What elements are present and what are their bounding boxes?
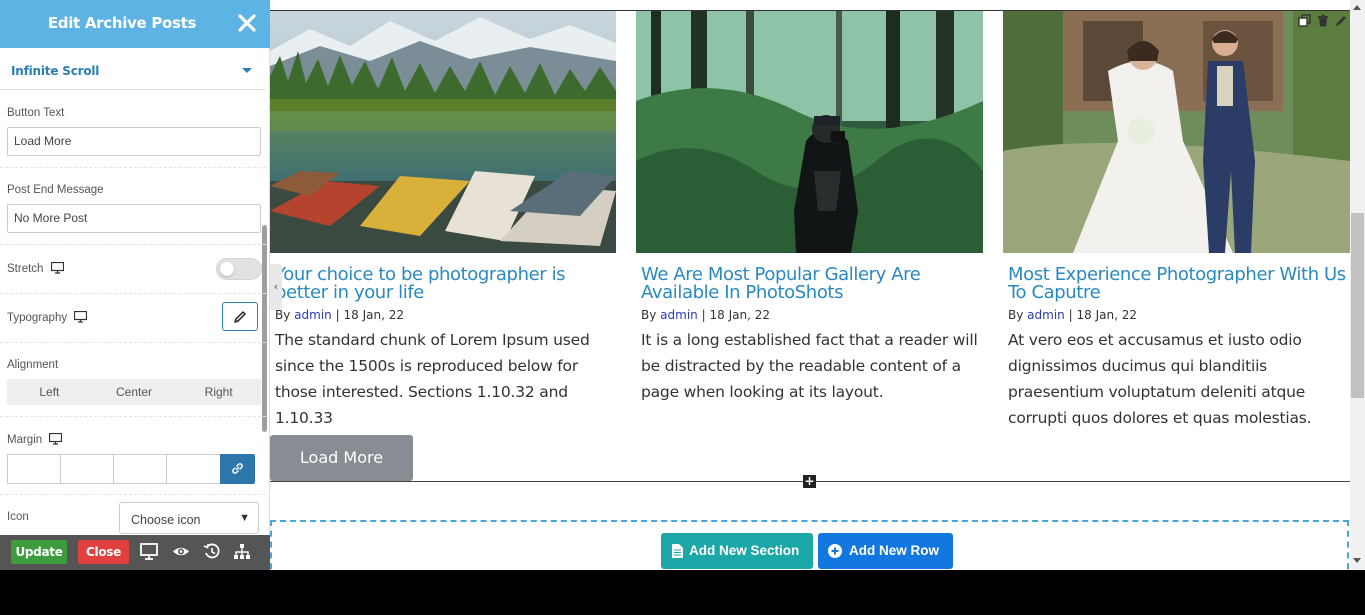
post-meta-separator: | bbox=[335, 308, 340, 322]
alignment-label: Alignment bbox=[7, 359, 59, 371]
margin-left-input[interactable] bbox=[166, 454, 221, 484]
add-element-icon[interactable]: + bbox=[803, 475, 816, 488]
page-scrollbar[interactable] bbox=[1350, 0, 1365, 570]
add-new-row-label: Add New Row bbox=[849, 543, 939, 558]
section-dropdown[interactable]: Infinite Scroll bbox=[0, 52, 266, 90]
typography-label-text: Typography bbox=[7, 312, 68, 324]
align-right-button[interactable]: Right bbox=[176, 379, 261, 405]
post-image-forest[interactable] bbox=[636, 11, 983, 253]
toggle-knob bbox=[220, 262, 234, 276]
close-icon[interactable] bbox=[236, 10, 258, 36]
post-excerpt: It is a long established fact that a rea… bbox=[641, 331, 978, 401]
post-date: 18 Jan, 22 bbox=[1076, 308, 1137, 322]
scrollbar-thumb[interactable] bbox=[1351, 213, 1364, 398]
post-end-message-input[interactable]: No More Post bbox=[7, 204, 261, 233]
post-meta-separator: | bbox=[1068, 308, 1073, 322]
post-author-link[interactable]: admin bbox=[660, 308, 698, 322]
post-author-link[interactable]: admin bbox=[1027, 308, 1065, 322]
post-by: By bbox=[275, 308, 291, 322]
button-text-input[interactable]: Load More bbox=[7, 127, 261, 156]
margin-right-input[interactable] bbox=[60, 454, 114, 484]
sidebar-footer: Update Close bbox=[0, 535, 270, 570]
post-date: 18 Jan, 22 bbox=[709, 308, 770, 322]
icon-select-value: Choose icon bbox=[131, 513, 201, 527]
sitemap-icon[interactable] bbox=[233, 543, 251, 560]
update-button[interactable]: Update bbox=[11, 540, 67, 564]
desktop-preview-icon[interactable] bbox=[140, 543, 158, 560]
stretch-toggle[interactable] bbox=[216, 258, 262, 280]
desktop-icon bbox=[50, 262, 64, 274]
add-new-row-button[interactable]: Add New Row bbox=[818, 533, 953, 569]
duplicate-icon[interactable] bbox=[1298, 14, 1311, 27]
sidebar-title: Edit Archive Posts bbox=[47, 14, 197, 32]
divider bbox=[0, 416, 266, 417]
post-image-wedding[interactable] bbox=[1003, 11, 1350, 253]
divider bbox=[0, 494, 266, 495]
post-meta-separator: | bbox=[701, 308, 706, 322]
scroll-down-arrow-icon[interactable] bbox=[1353, 558, 1361, 563]
post-meta: By admin | 18 Jan, 22 bbox=[641, 308, 770, 322]
divider bbox=[0, 293, 266, 294]
button-text-label: Button Text bbox=[7, 107, 65, 119]
divider bbox=[0, 244, 266, 245]
add-new-section-button[interactable]: Add New Section bbox=[661, 533, 813, 569]
post-date: 18 Jan, 22 bbox=[343, 308, 404, 322]
post-excerpt: The standard chunk of Lorem Ipsum used s… bbox=[275, 331, 590, 427]
post-title[interactable]: Your choice to be photographer is better… bbox=[275, 266, 620, 302]
sidebar-scrollbar[interactable] bbox=[262, 225, 267, 432]
typography-label: Typography bbox=[7, 311, 88, 324]
pencil-icon[interactable] bbox=[1335, 14, 1348, 27]
document-icon bbox=[672, 544, 683, 558]
plus-circle-icon bbox=[828, 544, 842, 558]
post-title[interactable]: Most Experience Photographer With Us To … bbox=[1008, 266, 1353, 302]
icon-label: Icon bbox=[7, 511, 29, 523]
sidebar-header: Edit Archive Posts bbox=[0, 0, 270, 48]
stretch-label: Stretch bbox=[7, 262, 64, 275]
add-new-section-label: Add New Section bbox=[689, 543, 800, 558]
post-meta: By admin | 18 Jan, 22 bbox=[275, 308, 404, 322]
app-window: Edit Archive Posts Infinite Scroll Butto… bbox=[0, 0, 1365, 570]
align-center-button[interactable]: Center bbox=[92, 379, 177, 405]
post-author-link[interactable]: admin bbox=[294, 308, 332, 322]
post-excerpt: At vero eos et accusamus et iusto odio d… bbox=[1008, 331, 1312, 427]
typography-edit-button[interactable] bbox=[222, 302, 258, 331]
close-button[interactable]: Close bbox=[78, 540, 129, 564]
divider bbox=[0, 167, 266, 168]
post-meta: By admin | 18 Jan, 22 bbox=[1008, 308, 1137, 322]
stretch-label-text: Stretch bbox=[7, 263, 44, 275]
trash-icon[interactable] bbox=[1317, 14, 1329, 27]
edit-sidebar: Edit Archive Posts Infinite Scroll Butto… bbox=[0, 0, 270, 570]
element-toolbar bbox=[1293, 11, 1350, 31]
post-by: By bbox=[1008, 308, 1024, 322]
load-more-button[interactable]: Load More bbox=[270, 435, 413, 481]
icon-select[interactable]: Choose icon ▼ bbox=[119, 502, 259, 534]
align-left-button[interactable]: Left bbox=[7, 379, 92, 405]
scroll-up-arrow-icon[interactable] bbox=[1353, 5, 1361, 10]
history-icon[interactable] bbox=[203, 543, 221, 560]
pencil-icon bbox=[234, 311, 246, 323]
margin-label-text: Margin bbox=[7, 434, 43, 446]
margin-link-button[interactable] bbox=[220, 454, 255, 484]
post-image-lake[interactable] bbox=[270, 11, 616, 253]
margin-top-input[interactable] bbox=[7, 454, 61, 484]
desktop-icon bbox=[49, 433, 63, 445]
post-title[interactable]: We Are Most Popular Gallery Are Availabl… bbox=[641, 266, 986, 302]
eye-icon[interactable] bbox=[172, 543, 190, 560]
desktop-icon bbox=[74, 311, 88, 323]
chevron-down-icon bbox=[242, 68, 252, 73]
margin-bottom-input[interactable] bbox=[113, 454, 167, 484]
collapse-panel-handle[interactable]: ‹ bbox=[270, 264, 282, 310]
page-canvas: Your choice to be photographer is better… bbox=[270, 0, 1350, 570]
section-dropdown-label: Infinite Scroll bbox=[11, 64, 100, 78]
chevron-down-icon: ▼ bbox=[239, 512, 250, 524]
link-icon bbox=[232, 463, 243, 474]
post-end-message-label: Post End Message bbox=[7, 184, 104, 196]
post-by: By bbox=[641, 308, 657, 322]
divider bbox=[0, 342, 266, 343]
alignment-button-group: Left Center Right bbox=[7, 379, 261, 405]
margin-label: Margin bbox=[7, 433, 63, 446]
